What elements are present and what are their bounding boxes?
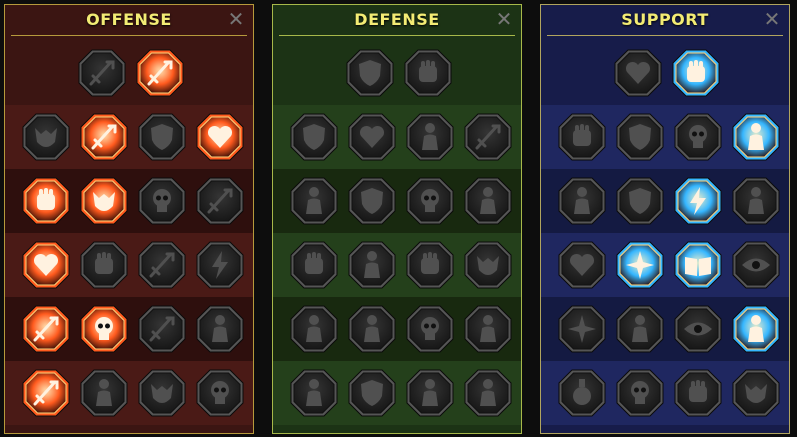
defense-title: DEFENSE xyxy=(354,10,440,29)
skill-row xyxy=(273,297,521,361)
defense-header: DEFENSE ✕ xyxy=(273,5,521,37)
skill-row xyxy=(5,169,253,233)
offense-title: OFFENSE xyxy=(86,10,172,29)
sword-burst-icon[interactable] xyxy=(21,304,71,354)
skill-row xyxy=(273,233,521,297)
sword-slash-icon[interactable] xyxy=(135,48,185,98)
claw-marks-icon[interactable] xyxy=(347,304,397,354)
eagle-icon[interactable] xyxy=(731,368,781,418)
halo-face-icon[interactable] xyxy=(463,176,513,226)
skill-row xyxy=(5,297,253,361)
leaping-figure-icon[interactable] xyxy=(731,304,781,354)
twin-skulls-icon[interactable] xyxy=(79,304,129,354)
chevron-armor-icon[interactable] xyxy=(289,112,339,162)
flexing-figure-icon[interactable] xyxy=(463,368,513,418)
brute-icon[interactable] xyxy=(405,368,455,418)
skill-row xyxy=(273,105,521,169)
lightning-shield-icon[interactable] xyxy=(615,176,665,226)
skull-icon[interactable] xyxy=(615,368,665,418)
deflect-icon[interactable] xyxy=(463,304,513,354)
skill-row xyxy=(541,297,789,361)
lightning-chain-icon[interactable] xyxy=(195,240,245,290)
brick-wall-icon[interactable] xyxy=(345,48,395,98)
spider-icon[interactable] xyxy=(137,368,187,418)
close-icon[interactable]: ✕ xyxy=(493,6,515,32)
pierced-heart-icon[interactable] xyxy=(21,240,71,290)
skill-row xyxy=(5,361,253,425)
skill-row xyxy=(5,41,253,105)
skill-row xyxy=(541,105,789,169)
header-divider xyxy=(547,35,783,36)
heart-shield-icon[interactable] xyxy=(347,112,397,162)
skill-row xyxy=(273,361,521,425)
knight-helm-icon[interactable] xyxy=(79,368,129,418)
raised-fist-icon[interactable] xyxy=(403,48,453,98)
warrior-icon[interactable] xyxy=(195,304,245,354)
twin-figures-icon[interactable] xyxy=(731,176,781,226)
skull-crown-icon[interactable] xyxy=(405,304,455,354)
winged-boot-icon[interactable] xyxy=(615,304,665,354)
muscle-man-icon[interactable] xyxy=(405,112,455,162)
horned-demon-icon[interactable] xyxy=(21,112,71,162)
scythe-icon[interactable] xyxy=(195,176,245,226)
fanged-maw-icon[interactable] xyxy=(79,176,129,226)
sparkling-sword-icon[interactable] xyxy=(21,368,71,418)
bleeding-heart-icon[interactable] xyxy=(195,112,245,162)
offense-header: OFFENSE ✕ xyxy=(5,5,253,37)
skill-row xyxy=(541,169,789,233)
rising-hero-icon[interactable] xyxy=(289,368,339,418)
skill-row xyxy=(541,361,789,425)
punch-impact-icon[interactable] xyxy=(21,176,71,226)
offense-panel: OFFENSE ✕ xyxy=(4,4,254,434)
smoking-skull-icon[interactable] xyxy=(137,176,187,226)
header-divider xyxy=(11,35,247,36)
hourglass-sun-icon[interactable] xyxy=(347,240,397,290)
raining-blades-icon[interactable] xyxy=(79,112,129,162)
spear-icon[interactable] xyxy=(137,304,187,354)
close-icon[interactable]: ✕ xyxy=(761,6,783,32)
gauntlet-icon[interactable] xyxy=(79,240,129,290)
close-icon[interactable]: ✕ xyxy=(225,6,247,32)
skill-row xyxy=(5,105,253,169)
skill-row xyxy=(541,233,789,297)
axe-icon[interactable] xyxy=(137,240,187,290)
header-divider xyxy=(279,35,515,36)
praying-hands-icon[interactable] xyxy=(557,112,607,162)
skill-row xyxy=(273,169,521,233)
shield-break-icon[interactable] xyxy=(137,112,187,162)
defense-panel: DEFENSE ✕ xyxy=(272,4,522,434)
rogue-icon[interactable] xyxy=(289,176,339,226)
open-palm-icon[interactable] xyxy=(405,240,455,290)
glaring-eyes-icon[interactable] xyxy=(731,240,781,290)
flaming-skull-icon[interactable] xyxy=(673,112,723,162)
bull-head-icon[interactable] xyxy=(463,240,513,290)
skill-row xyxy=(541,41,789,105)
spiral-hand-icon[interactable] xyxy=(671,48,721,98)
skull-chest-icon[interactable] xyxy=(195,368,245,418)
speed-arrows-icon[interactable] xyxy=(731,112,781,162)
support-title: SUPPORT xyxy=(621,10,709,29)
shattered-bolt-icon[interactable] xyxy=(673,176,723,226)
heart-sparkle-icon[interactable] xyxy=(613,48,663,98)
comet-icon[interactable] xyxy=(615,240,665,290)
support-header: SUPPORT ✕ xyxy=(541,5,789,37)
chained-heart-icon[interactable] xyxy=(557,240,607,290)
reaching-hands-icon[interactable] xyxy=(289,240,339,290)
eye-icon[interactable] xyxy=(673,304,723,354)
wing-shield-icon[interactable] xyxy=(347,368,397,418)
mage-glow-icon[interactable] xyxy=(557,176,607,226)
running-man-icon[interactable] xyxy=(289,304,339,354)
grasping-hand-icon[interactable] xyxy=(673,368,723,418)
blade-drop-icon[interactable] xyxy=(463,112,513,162)
compass-star-icon[interactable] xyxy=(557,304,607,354)
knight-shield-icon[interactable] xyxy=(347,176,397,226)
open-book-icon[interactable] xyxy=(673,240,723,290)
support-panel: SUPPORT ✕ xyxy=(540,4,790,434)
potion-icon[interactable] xyxy=(557,368,607,418)
skill-row xyxy=(273,41,521,105)
ripple-shield-icon[interactable] xyxy=(615,112,665,162)
skill-row xyxy=(5,233,253,297)
crossed-swords-icon[interactable] xyxy=(77,48,127,98)
skull-heart-icon[interactable] xyxy=(405,176,455,226)
